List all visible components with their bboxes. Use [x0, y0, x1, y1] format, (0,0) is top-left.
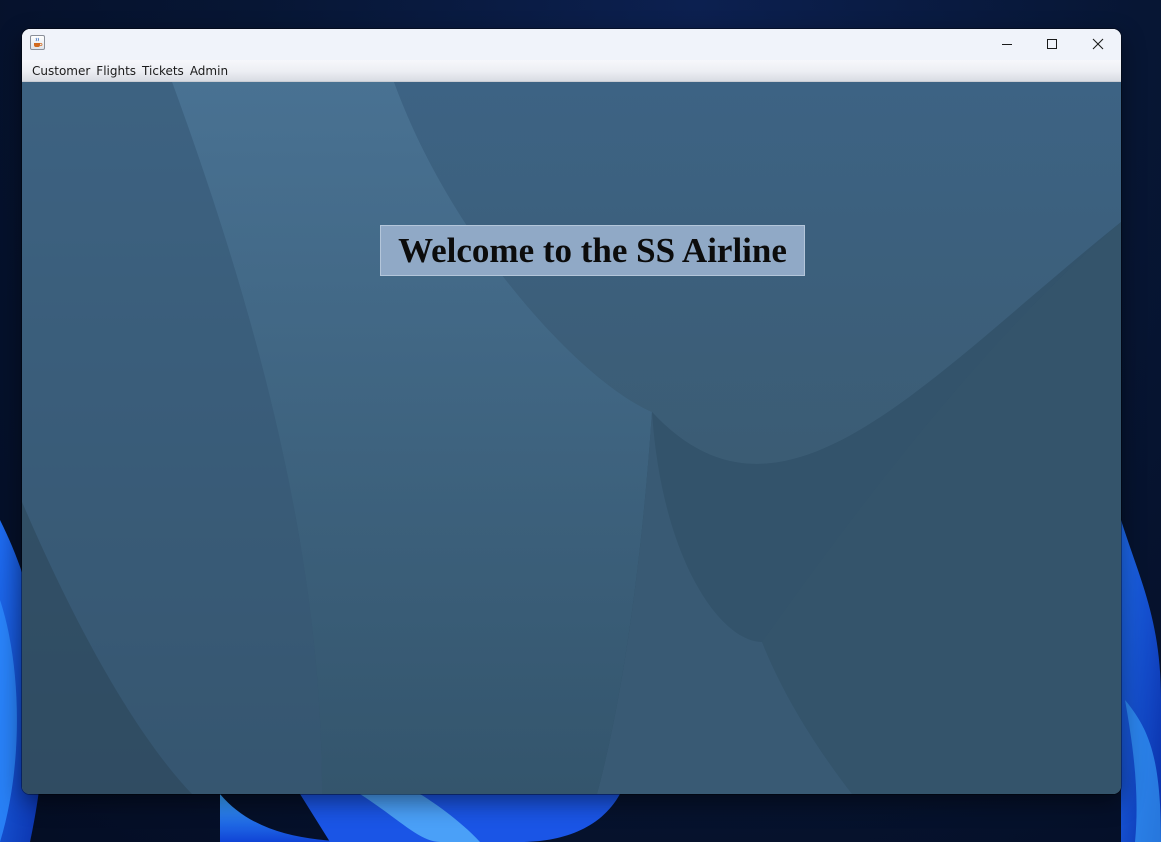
minimize-icon — [1002, 43, 1012, 45]
app-window: Customer Flights Tickets Admin Welcome t… — [22, 29, 1121, 794]
title-bar[interactable] — [22, 29, 1121, 60]
java-cup-icon[interactable] — [30, 35, 45, 50]
background-image — [22, 82, 1121, 794]
menu-bar: Customer Flights Tickets Admin — [22, 60, 1121, 82]
menu-flights[interactable]: Flights — [93, 61, 139, 81]
minimize-button[interactable] — [984, 29, 1030, 58]
close-button[interactable] — [1075, 29, 1121, 58]
maximize-button[interactable] — [1029, 29, 1075, 58]
welcome-banner: Welcome to the SS Airline — [380, 225, 805, 276]
maximize-icon — [1047, 38, 1057, 49]
menu-tickets[interactable]: Tickets — [139, 61, 187, 81]
close-icon — [1092, 38, 1104, 49]
main-content-panel: Welcome to the SS Airline — [22, 82, 1121, 794]
menu-customer[interactable]: Customer — [29, 61, 93, 81]
menu-admin[interactable]: Admin — [187, 61, 231, 81]
